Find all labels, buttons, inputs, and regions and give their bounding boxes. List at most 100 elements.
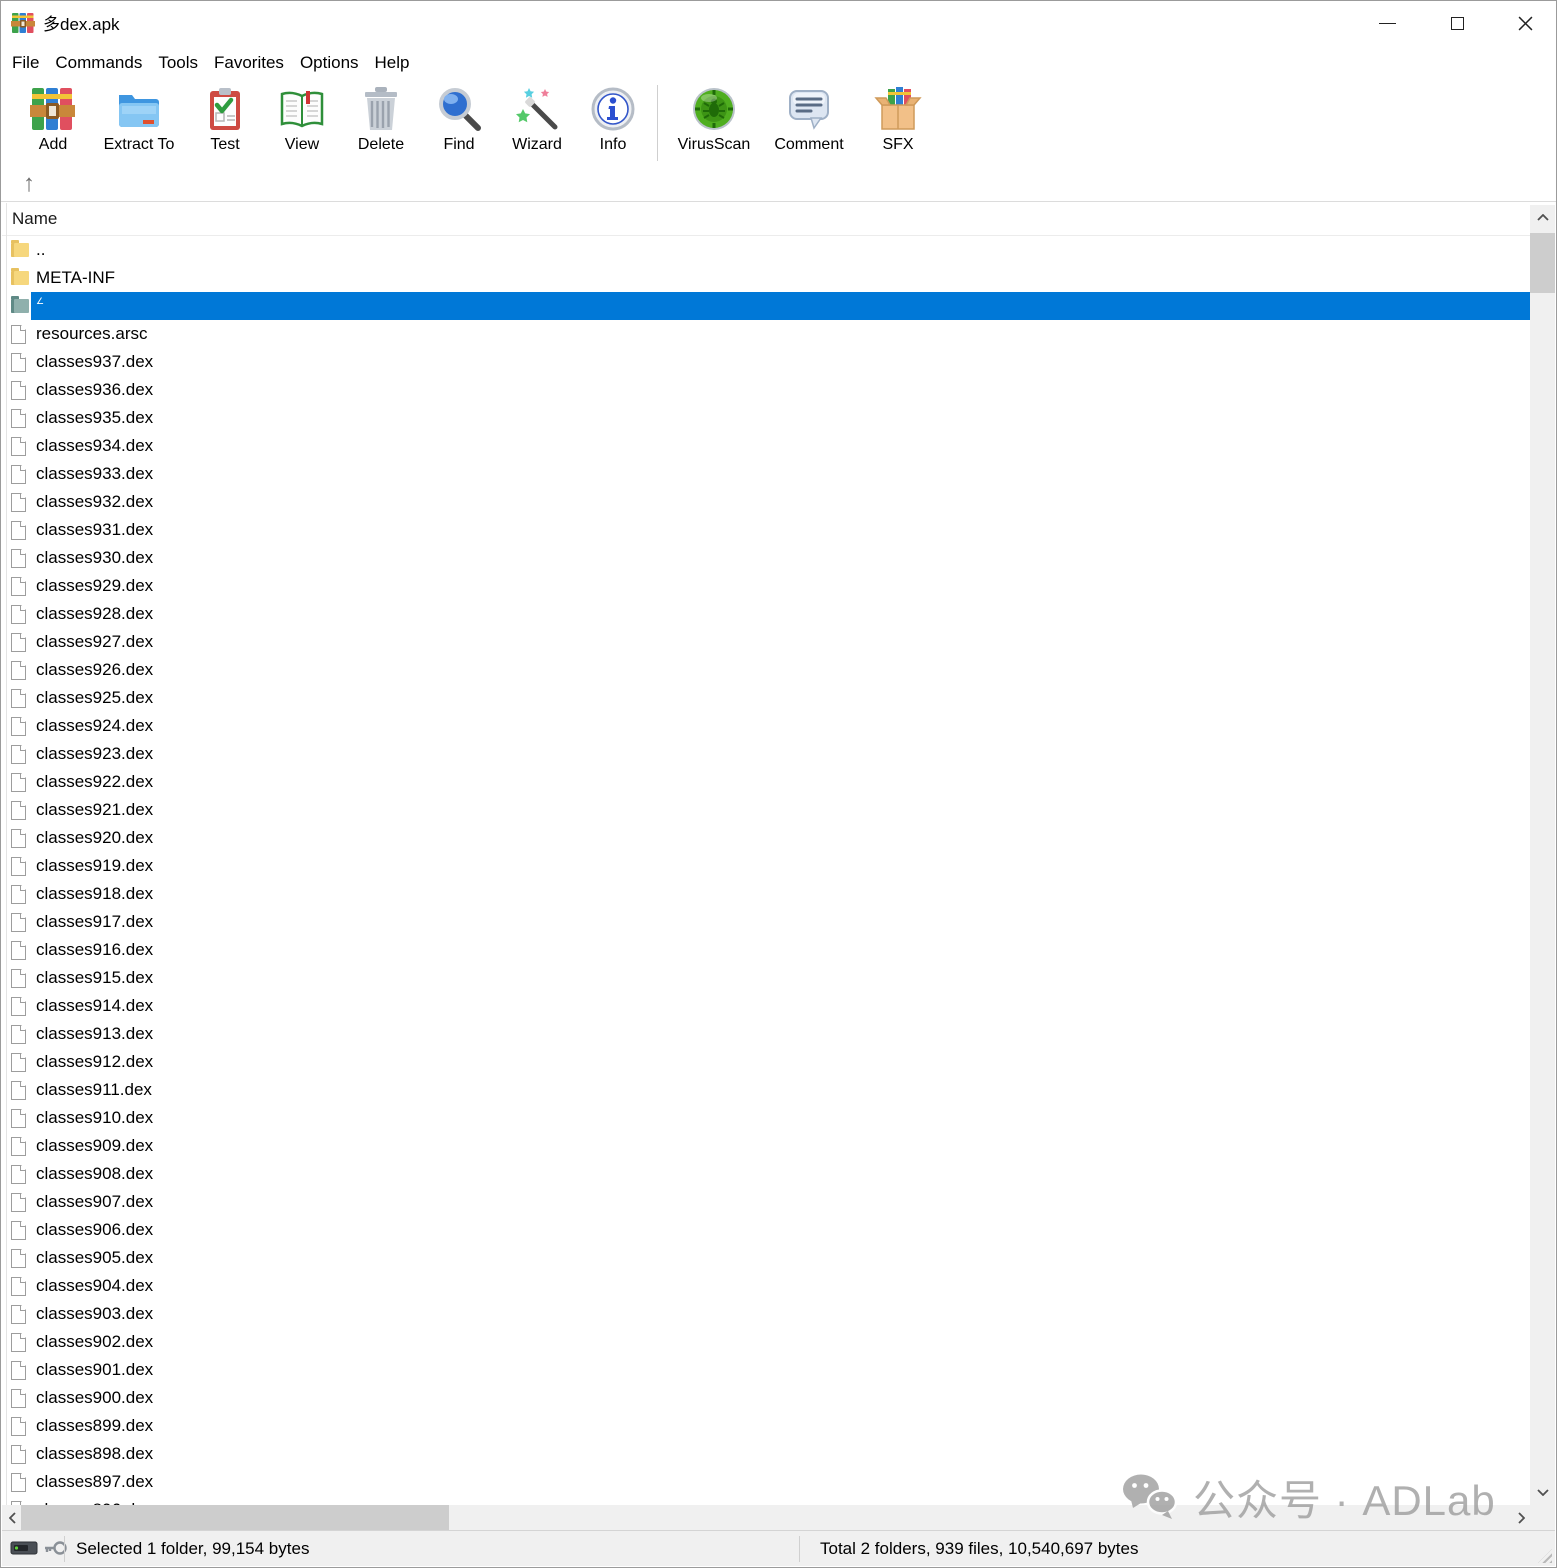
up-one-level-button[interactable]: ↑: [14, 169, 44, 199]
resize-grip[interactable]: [1538, 1549, 1552, 1563]
scroll-up-button[interactable]: [1530, 205, 1555, 230]
file-name-cell: classes903.dex: [31, 1300, 1530, 1328]
list-item[interactable]: classes914.dex: [2, 992, 1530, 1020]
test-button[interactable]: Test: [187, 81, 263, 154]
menu-commands[interactable]: Commands: [47, 50, 150, 76]
scroll-down-button[interactable]: [1530, 1480, 1555, 1505]
list-item[interactable]: classes934.dex: [2, 432, 1530, 460]
list-item[interactable]: classes897.dex: [2, 1468, 1530, 1496]
list-item[interactable]: classes918.dex: [2, 880, 1530, 908]
info-button[interactable]: Info: [577, 81, 649, 154]
list-item[interactable]: classes910.dex: [2, 1104, 1530, 1132]
list-item[interactable]: classes896.dex: [2, 1496, 1530, 1505]
list-item[interactable]: classes937.dex: [2, 348, 1530, 376]
scroll-left-button[interactable]: [2, 1505, 22, 1531]
menu-favorites[interactable]: Favorites: [206, 50, 292, 76]
vertical-scroll-thumb[interactable]: [1530, 233, 1555, 293]
list-item[interactable]: ∠: [2, 292, 1530, 320]
scroll-right-button[interactable]: [1511, 1505, 1531, 1531]
list-item[interactable]: resources.arsc: [2, 320, 1530, 348]
menu-help[interactable]: Help: [367, 50, 418, 76]
menu-file[interactable]: File: [4, 50, 47, 76]
close-button[interactable]: [1508, 7, 1542, 39]
list-item[interactable]: classes924.dex: [2, 712, 1530, 740]
drive-icon[interactable]: [10, 1539, 38, 1557]
file-name-cell: classes914.dex: [31, 992, 1530, 1020]
file-icon: [11, 1389, 31, 1408]
file-icon: [11, 325, 31, 344]
list-item[interactable]: classes907.dex: [2, 1188, 1530, 1216]
add-label: Add: [39, 136, 67, 154]
list-item[interactable]: classes925.dex: [2, 684, 1530, 712]
list-item[interactable]: classes912.dex: [2, 1048, 1530, 1076]
list-item[interactable]: classes904.dex: [2, 1272, 1530, 1300]
list-item[interactable]: classes900.dex: [2, 1384, 1530, 1412]
list-item[interactable]: classes921.dex: [2, 796, 1530, 824]
list-item[interactable]: classes928.dex: [2, 600, 1530, 628]
chevron-right-icon: [1518, 1512, 1525, 1524]
horizontal-scroll-thumb[interactable]: [21, 1505, 449, 1531]
wizard-button[interactable]: Wizard: [497, 81, 577, 154]
sfx-button[interactable]: SFX: [856, 81, 940, 154]
list-item[interactable]: classes903.dex: [2, 1300, 1530, 1328]
list-item[interactable]: classes911.dex: [2, 1076, 1530, 1104]
file-name: classes921.dex: [36, 800, 153, 820]
list-item[interactable]: classes916.dex: [2, 936, 1530, 964]
find-button[interactable]: Find: [421, 81, 497, 154]
list-item[interactable]: classes932.dex: [2, 488, 1530, 516]
file-icon: [11, 1025, 31, 1044]
list-item[interactable]: classes906.dex: [2, 1216, 1530, 1244]
list-item[interactable]: classes930.dex: [2, 544, 1530, 572]
comment-button[interactable]: Comment: [762, 81, 856, 154]
add-button[interactable]: Add: [15, 81, 91, 154]
list-item[interactable]: classes929.dex: [2, 572, 1530, 600]
list-item[interactable]: classes915.dex: [2, 964, 1530, 992]
view-button[interactable]: View: [263, 81, 341, 154]
list-item[interactable]: classes922.dex: [2, 768, 1530, 796]
file-name: classes905.dex: [36, 1248, 153, 1268]
vertical-scrollbar[interactable]: [1530, 205, 1555, 1505]
list-item[interactable]: META-INF: [2, 264, 1530, 292]
list-item[interactable]: classes919.dex: [2, 852, 1530, 880]
list-left-border: [6, 203, 7, 1505]
list-item[interactable]: classes908.dex: [2, 1160, 1530, 1188]
list-item[interactable]: classes899.dex: [2, 1412, 1530, 1440]
minimize-button[interactable]: [1370, 7, 1404, 39]
list-item[interactable]: classes931.dex: [2, 516, 1530, 544]
column-header-name[interactable]: Name: [2, 203, 1530, 236]
list-item[interactable]: classes901.dex: [2, 1356, 1530, 1384]
menu-tools[interactable]: Tools: [150, 50, 206, 76]
chevron-up-icon: [1537, 214, 1549, 221]
menu-options[interactable]: Options: [292, 50, 367, 76]
delete-button[interactable]: Delete: [341, 81, 421, 154]
close-icon: [1518, 16, 1533, 31]
list-item[interactable]: classes913.dex: [2, 1020, 1530, 1048]
list-item[interactable]: ..: [2, 236, 1530, 264]
horizontal-scrollbar[interactable]: [2, 1505, 1531, 1531]
file-name-cell: classes926.dex: [31, 656, 1530, 684]
file-name-cell: classes927.dex: [31, 628, 1530, 656]
winrar-app-icon: [11, 12, 35, 34]
list-item[interactable]: classes898.dex: [2, 1440, 1530, 1468]
maximize-button[interactable]: [1440, 7, 1474, 39]
list-item[interactable]: classes905.dex: [2, 1244, 1530, 1272]
list-item[interactable]: classes917.dex: [2, 908, 1530, 936]
list-item[interactable]: classes902.dex: [2, 1328, 1530, 1356]
list-item[interactable]: classes936.dex: [2, 376, 1530, 404]
virusscan-button[interactable]: VirusScan: [666, 81, 762, 154]
file-name-cell: classes912.dex: [31, 1048, 1530, 1076]
delete-trash-icon: [357, 85, 405, 133]
list-item[interactable]: classes935.dex: [2, 404, 1530, 432]
extract-to-button[interactable]: Extract To: [91, 81, 187, 154]
file-name-cell: classes929.dex: [31, 572, 1530, 600]
list-item[interactable]: classes920.dex: [2, 824, 1530, 852]
file-icon: [11, 605, 31, 624]
list-item[interactable]: classes923.dex: [2, 740, 1530, 768]
file-icon: [11, 689, 31, 708]
file-name: classes930.dex: [36, 548, 153, 568]
list-item[interactable]: classes927.dex: [2, 628, 1530, 656]
list-item[interactable]: classes933.dex: [2, 460, 1530, 488]
list-item[interactable]: classes909.dex: [2, 1132, 1530, 1160]
list-item[interactable]: classes926.dex: [2, 656, 1530, 684]
file-icon: [11, 1193, 31, 1212]
